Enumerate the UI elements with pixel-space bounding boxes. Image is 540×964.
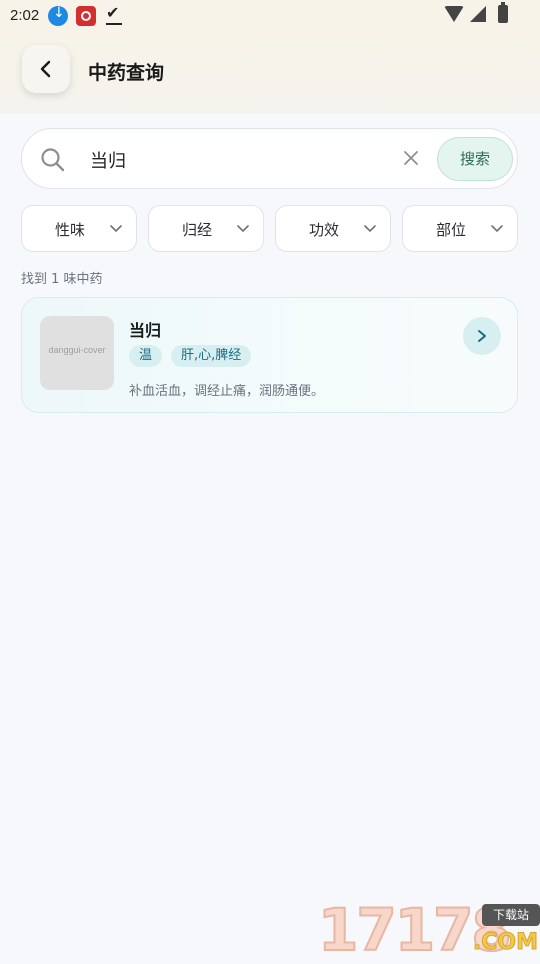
watermark-logo: 17178 下载站 .COM <box>317 899 540 961</box>
filter-part[interactable]: 部位 <box>402 205 518 252</box>
chevron-down-icon <box>491 225 503 233</box>
watermark-domain: .COM <box>472 930 538 956</box>
herb-thumbnail: danggui-cover <box>40 316 114 390</box>
chevron-right-icon <box>478 330 486 342</box>
download-icon <box>48 5 68 26</box>
chevron-down-icon <box>110 225 122 233</box>
header: 中药查询 <box>0 32 540 114</box>
filter-efficacy[interactable]: 功效 <box>275 205 391 252</box>
chevron-down-icon <box>364 225 376 233</box>
search-button[interactable]: 搜索 <box>437 137 513 181</box>
open-detail-button[interactable] <box>463 317 501 355</box>
clear-icon[interactable] <box>402 149 420 167</box>
app-icon <box>76 6 96 26</box>
result-count: 找到 1 味中药 <box>21 272 103 287</box>
filter-flavor[interactable]: 性味 <box>21 205 137 252</box>
signal-icon <box>470 6 486 22</box>
filter-label: 部位 <box>436 221 467 239</box>
battery-icon <box>498 2 508 23</box>
herb-result-card[interactable]: danggui-cover 当归 温 肝,心,脾经 补血活血，调经止痛，润肠通便… <box>21 297 518 413</box>
herb-name: 当归 <box>129 321 162 340</box>
search-input[interactable] <box>88 144 392 176</box>
filter-label: 功效 <box>309 221 340 239</box>
status-time: 2:02 <box>10 7 40 24</box>
search-icon <box>41 148 65 172</box>
filter-label: 性味 <box>55 221 86 239</box>
herb-description: 补血活血，调经止痛，润肠通便。 <box>129 384 325 399</box>
filter-label: 归经 <box>182 221 213 239</box>
search-bar: 搜索 <box>21 128 518 189</box>
back-arrow-icon <box>40 60 51 78</box>
filter-meridian[interactable]: 归经 <box>148 205 264 252</box>
status-bar: 2:02 <box>0 0 540 32</box>
herb-thumbnail-alt: danggui-cover <box>48 345 106 355</box>
checkmark-icon <box>104 3 126 26</box>
watermark-badge: 下载站 <box>482 904 540 926</box>
page-title: 中药查询 <box>88 62 165 84</box>
back-button[interactable] <box>22 45 70 93</box>
chevron-down-icon <box>237 225 249 233</box>
status-icons <box>430 2 540 28</box>
tag-meridian: 肝,心,脾经 <box>171 345 252 367</box>
wifi-icon <box>444 6 464 22</box>
tag-nature: 温 <box>129 345 163 367</box>
